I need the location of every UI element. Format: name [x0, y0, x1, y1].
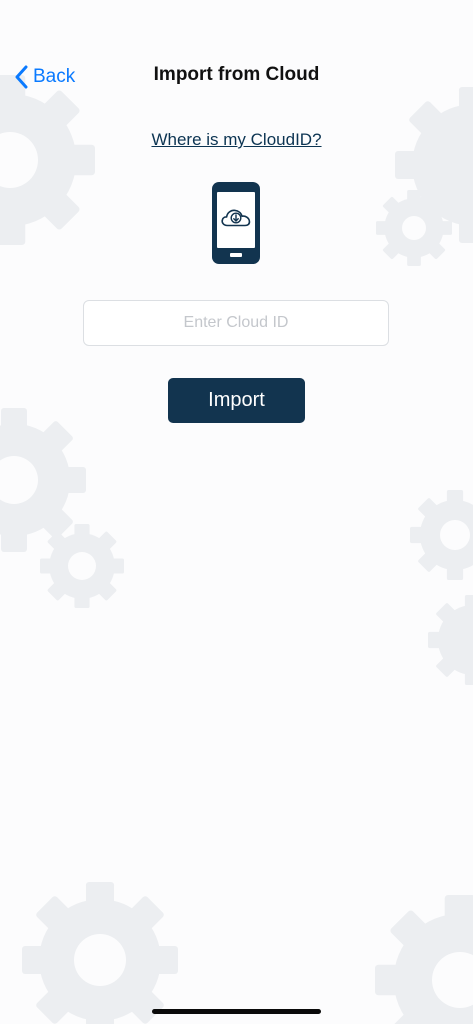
background-gears — [0, 75, 473, 1024]
where-is-cloudid-link[interactable]: Where is my CloudID? — [0, 130, 473, 150]
page-title: Import from Cloud — [153, 64, 320, 85]
phone-cloud-download-icon — [212, 182, 260, 264]
navigation-bar: Back Import from Cloud — [0, 52, 473, 100]
import-button[interactable]: Import — [168, 378, 305, 423]
home-indicator — [152, 1009, 321, 1014]
cloud-id-input[interactable] — [83, 300, 389, 346]
